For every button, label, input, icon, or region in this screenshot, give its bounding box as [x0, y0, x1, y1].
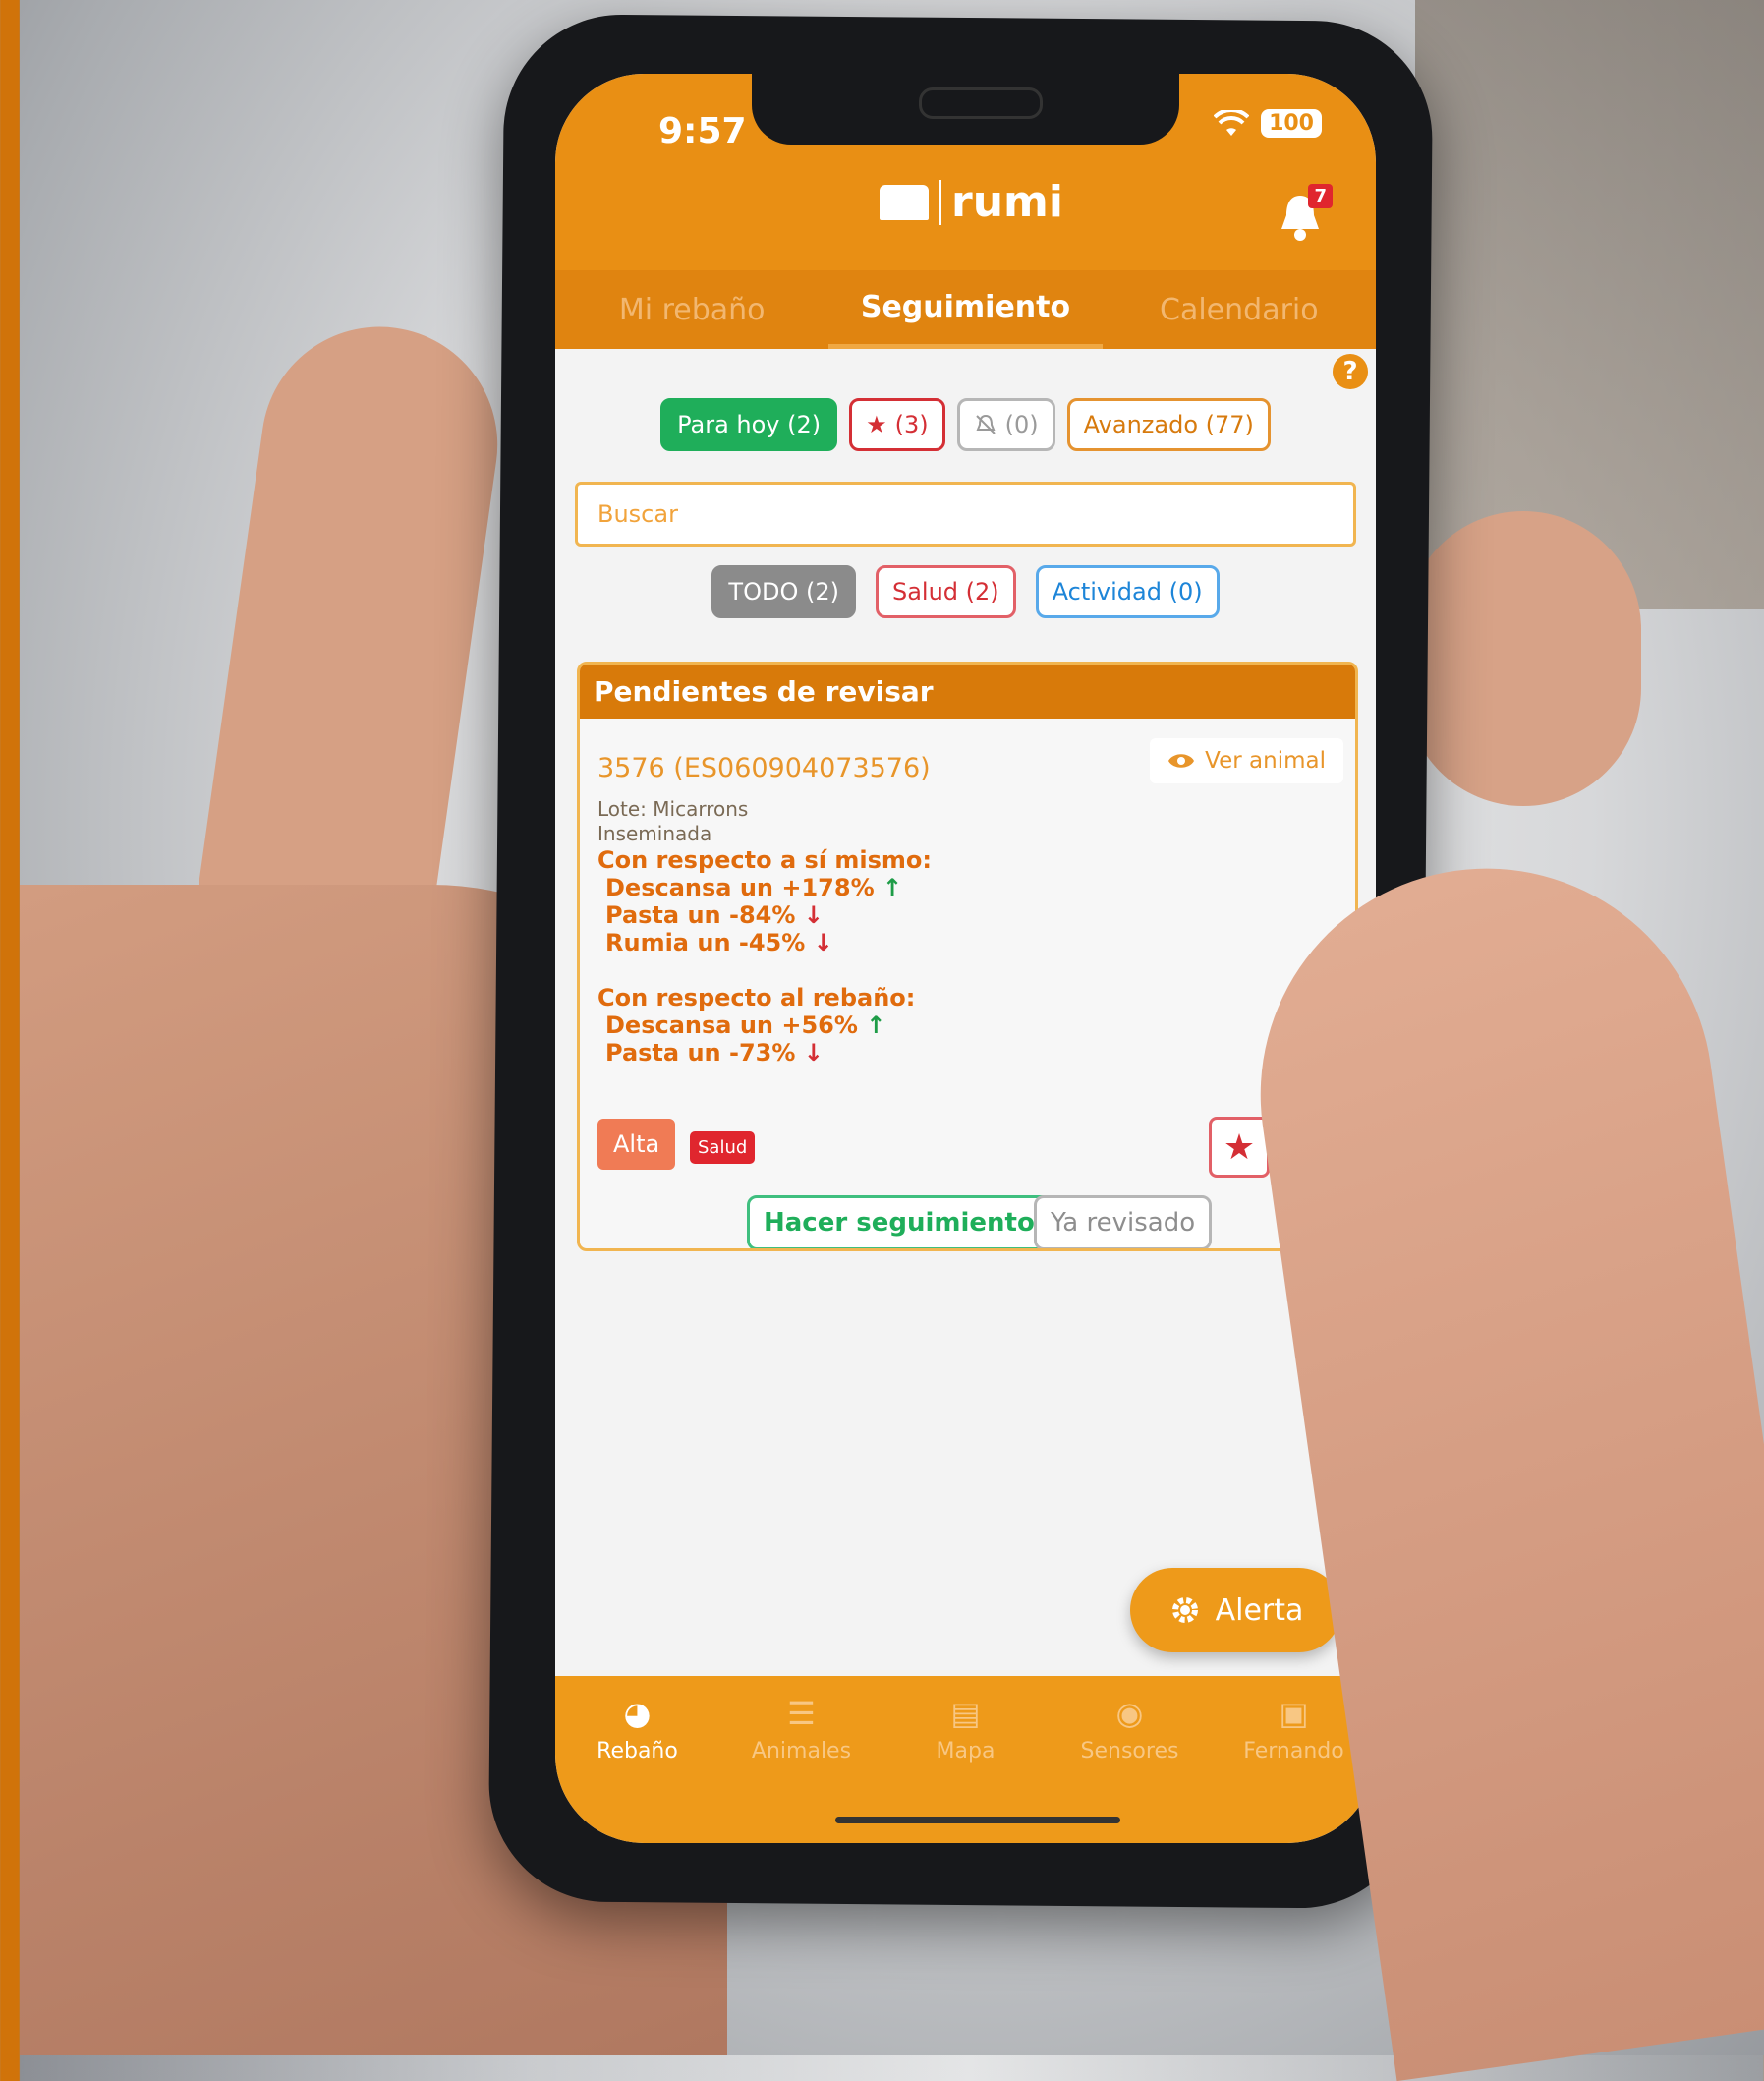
phone-notch: [752, 74, 1179, 145]
arrow-up-icon: ↑: [882, 874, 903, 901]
filter-avanzado[interactable]: Avanzado (77): [1066, 398, 1271, 451]
pie-chart-icon: ◕: [623, 1695, 652, 1732]
ya-revisado-button[interactable]: Ya revisado: [1034, 1195, 1213, 1248]
type-filters: TODO (2) Salud (2) Actividad (0): [555, 565, 1376, 618]
app-logo-text: rumi: [951, 177, 1063, 227]
animal-lote: Lote: Micarrons: [597, 797, 749, 821]
stat-pasta-herd: Pasta un -73% ↓: [605, 1039, 824, 1067]
nav-sensores-label: Sensores: [1080, 1739, 1179, 1763]
filter-chips: Para hoy (2) ★ (3) (0) Avanzado (77): [555, 398, 1376, 451]
filter-para-hoy[interactable]: Para hoy (2): [660, 398, 838, 451]
profile-icon: ▣: [1279, 1695, 1309, 1732]
self-heading: Con respecto a sí mismo:: [597, 846, 932, 874]
phone-screen: 9:57 100 rumi 7 Mi rebaño Seguimiento Ca…: [555, 74, 1376, 1843]
star-icon: ★: [866, 411, 887, 438]
list-icon: ☰: [787, 1695, 816, 1732]
app-header: 9:57 100 rumi 7: [555, 74, 1376, 270]
arrow-up-icon: ↑: [866, 1012, 886, 1039]
bell-off-icon: [975, 414, 996, 434]
type-salud[interactable]: Salud (2): [875, 565, 1016, 618]
battery-indicator: 100: [1261, 109, 1322, 138]
tag-alta: Alta: [597, 1119, 676, 1170]
animal-id[interactable]: 3576 (ES060904073576): [597, 753, 931, 783]
nav-rebano[interactable]: ◕ Rebaño: [555, 1696, 719, 1843]
gear-icon: [1171, 1597, 1198, 1623]
hacer-seguimiento-button[interactable]: Hacer seguimiento: [747, 1195, 1052, 1248]
notifications-button[interactable]: 7: [1278, 184, 1333, 251]
ver-animal-button[interactable]: Ver animal: [1150, 738, 1343, 783]
alerta-button[interactable]: Alerta: [1130, 1568, 1341, 1652]
nav-mapa-label: Mapa: [936, 1739, 996, 1763]
broadcast-icon: ◉: [1115, 1695, 1144, 1732]
type-actividad[interactable]: Actividad (0): [1035, 565, 1220, 618]
stat-rumia-self: Rumia un -45% ↓: [605, 929, 833, 956]
card-header: Pendientes de revisar: [580, 665, 1355, 719]
arrow-down-icon: ↓: [803, 1039, 824, 1067]
right-fingers: [1405, 511, 1641, 806]
star-button[interactable]: ★: [1209, 1117, 1270, 1178]
ver-animal-label: Ver animal: [1205, 748, 1326, 774]
help-icon[interactable]: ?: [1333, 354, 1368, 389]
tab-calendario[interactable]: Calendario: [1103, 270, 1376, 349]
search-input[interactable]: Buscar: [575, 482, 1356, 547]
map-icon: ▤: [950, 1695, 981, 1732]
stat-descansa-herd: Descansa un +56% ↑: [605, 1012, 886, 1039]
alerta-label: Alerta: [1215, 1592, 1304, 1628]
wifi-icon: [1214, 109, 1250, 136]
eye-icon: [1168, 754, 1195, 768]
tab-mi-rebano[interactable]: Mi rebaño: [555, 270, 828, 349]
filter-muted[interactable]: (0): [956, 398, 1055, 451]
arrow-down-icon: ↓: [813, 929, 833, 956]
tab-seguimiento[interactable]: Seguimiento: [828, 270, 1103, 349]
filter-starred[interactable]: ★ (3): [849, 398, 945, 451]
app-logo: rumi: [880, 177, 1063, 227]
pending-review-card: Pendientes de revisar 3576 (ES0609040735…: [577, 662, 1358, 1251]
arrow-down-icon: ↓: [803, 901, 824, 929]
home-indicator: [835, 1817, 1120, 1823]
stat-pasta-self: Pasta un -84% ↓: [605, 901, 824, 929]
nav-rebano-label: Rebaño: [597, 1739, 678, 1763]
nav-fernando-label: Fernando: [1243, 1739, 1344, 1763]
notification-badge: 7: [1308, 184, 1333, 208]
type-todo[interactable]: TODO (2): [711, 565, 856, 618]
tab-bar: Mi rebaño Seguimiento Calendario: [555, 270, 1376, 349]
status-icons: 100: [1214, 109, 1322, 138]
herd-heading: Con respecto al rebaño:: [597, 984, 916, 1012]
filter-muted-count: (0): [1004, 411, 1039, 438]
nav-animales-label: Animales: [751, 1739, 852, 1763]
stat-descansa-self: Descansa un +178% ↑: [605, 874, 903, 901]
background-frame: [1415, 0, 1764, 609]
animal-estado: Inseminada: [597, 822, 712, 845]
filter-starred-count: (3): [894, 411, 929, 438]
tag-salud: Salud: [690, 1131, 756, 1164]
star-icon: ★: [1223, 1127, 1256, 1168]
cow-logo-icon: [880, 184, 929, 220]
status-time: 9:57: [658, 111, 747, 151]
